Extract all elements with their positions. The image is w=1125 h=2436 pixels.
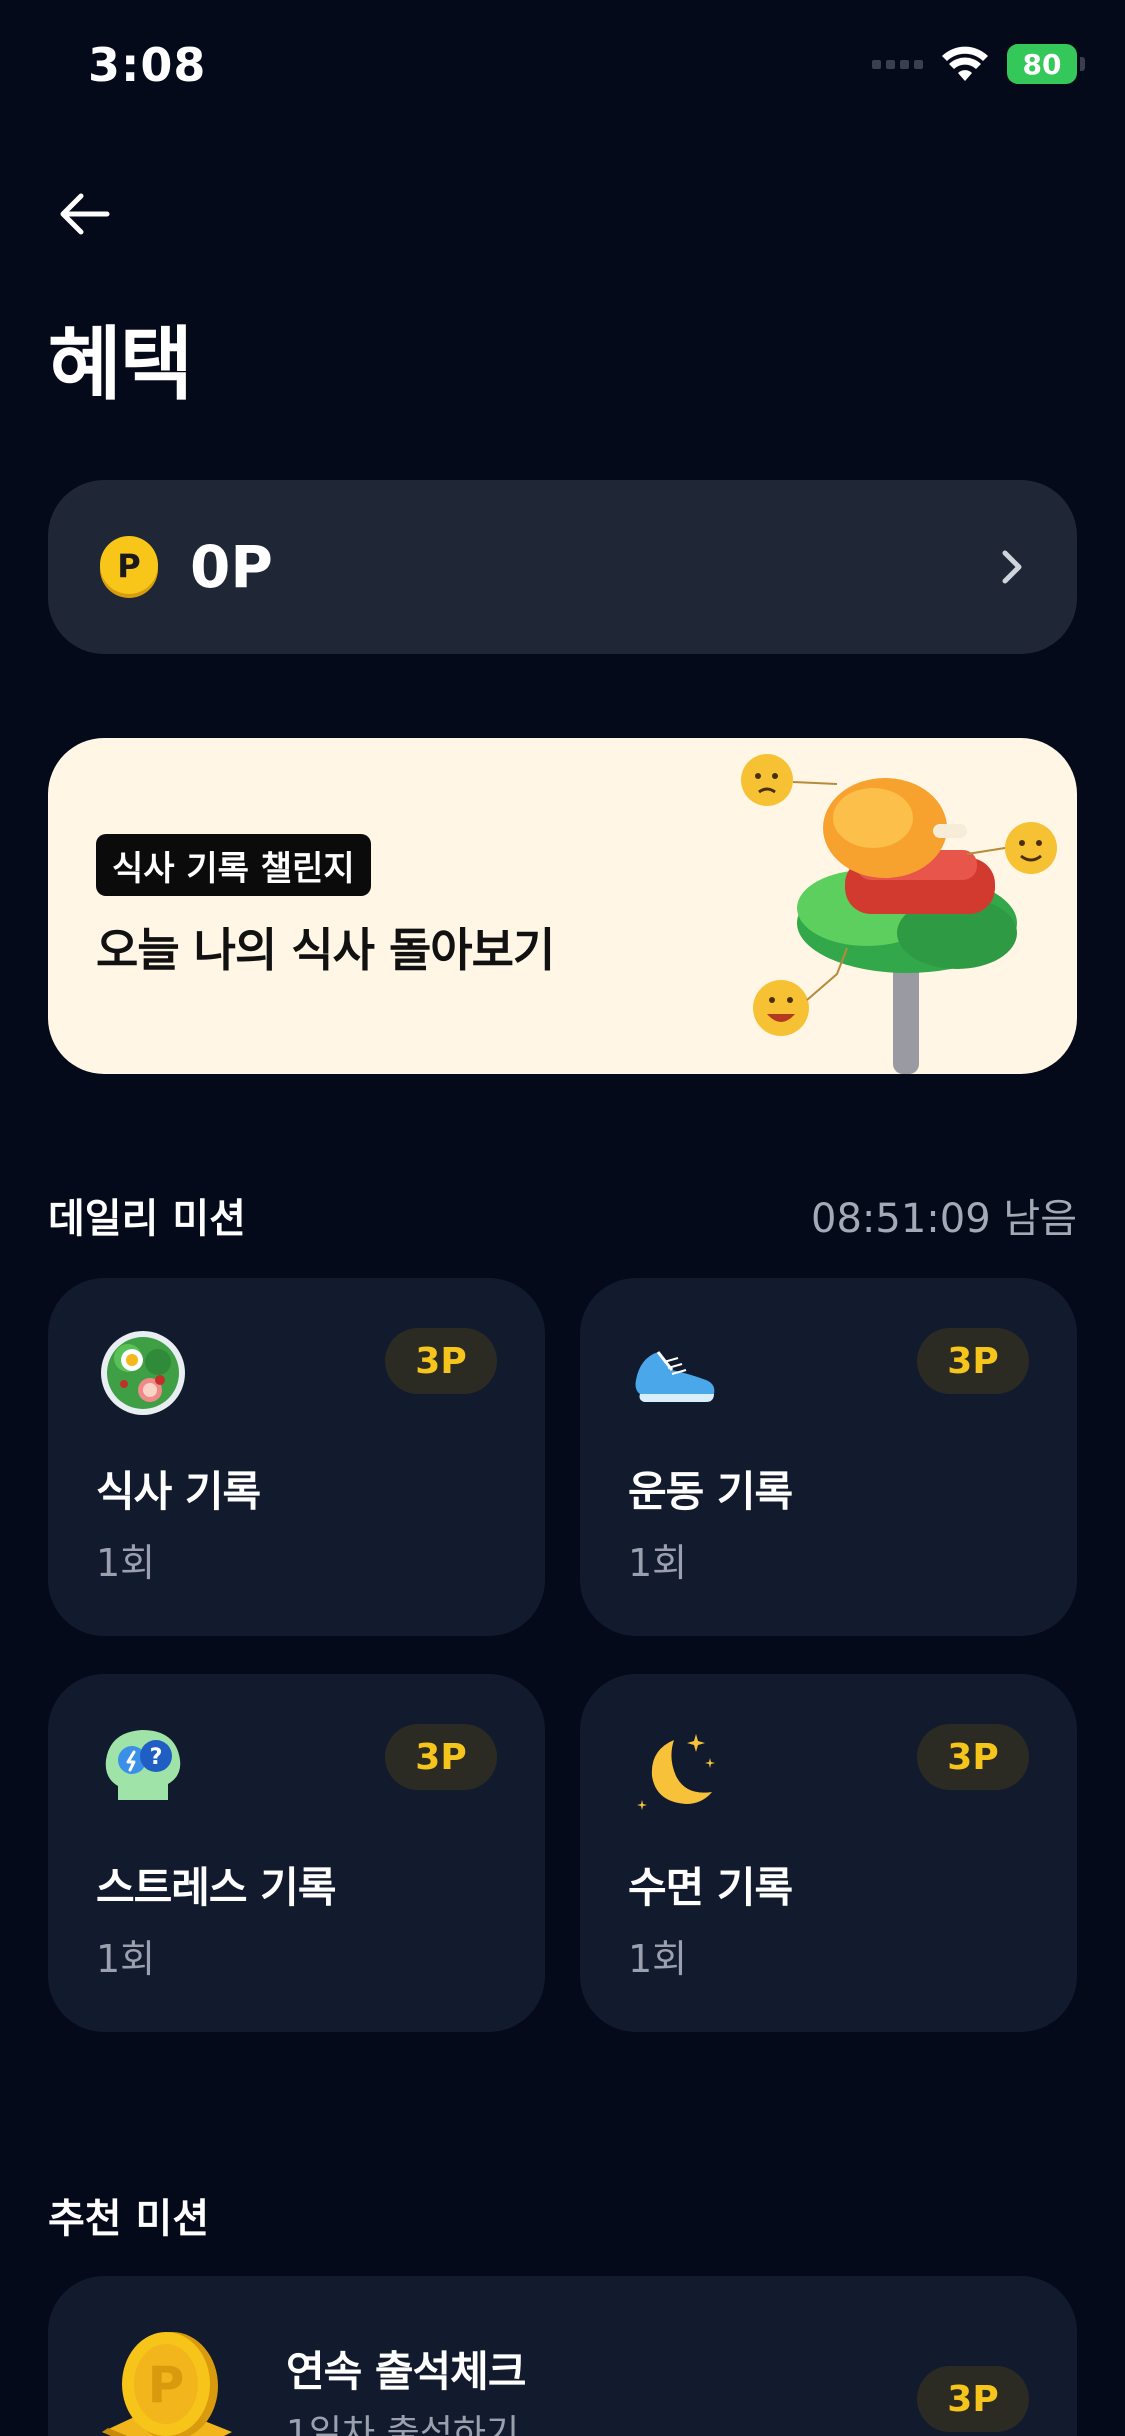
mission-points-badge: 3P (917, 2366, 1029, 2432)
mission-card-stress[interactable]: ? 3P 스트레스 기록 1회 (48, 1674, 545, 2032)
coin-p-icon: P (100, 536, 158, 598)
recommended-mission-title: 추천 미션 (48, 2196, 210, 2242)
food-fork-illustration (741, 754, 1057, 1074)
points-balance-card[interactable]: P 0P (48, 480, 1077, 654)
svg-text:P: P (117, 547, 140, 585)
chevron-right-icon (1002, 550, 1022, 584)
battery-level: 80 (1022, 47, 1062, 81)
mission-points-badge: 3P (385, 1724, 497, 1790)
svg-text:P: P (148, 2356, 185, 2414)
status-time: 3:08 (88, 38, 207, 92)
sneaker-icon (635, 1351, 715, 1402)
daily-mission-timer: 08:51:09 남음 (811, 1196, 1077, 1242)
points-value: 0P (190, 533, 273, 601)
daily-mission-title: 데일리 미션 (48, 1196, 246, 1242)
mission-name: 연속 출석체크 (286, 2347, 526, 2396)
stress-head-icon: ? (105, 1730, 181, 1800)
status-icons: 80 (872, 44, 1085, 84)
mission-name: 스트레스 기록 (96, 1863, 336, 1912)
meal-challenge-banner[interactable]: 식사 기록 챌린지 오늘 나의 식사 돌아보기 (48, 738, 1077, 1074)
mission-card-sleep[interactable]: 3P 수면 기록 1회 (580, 1674, 1077, 2032)
moon-icon (637, 1734, 715, 1810)
mission-points-badge: 3P (917, 1328, 1029, 1394)
arrow-left-icon (60, 193, 110, 235)
cellular-signal-icon (872, 59, 923, 69)
mission-card-exercise[interactable]: 3P 운동 기록 1회 (580, 1278, 1077, 1636)
page-title: 혜택 (48, 318, 193, 411)
mission-name: 수면 기록 (628, 1863, 793, 1912)
mission-card-attendance[interactable]: P 연속 출석체크 1일차 출석하기 3P (48, 2276, 1077, 2436)
mission-subtitle: 1일차 출석하기 (286, 2413, 520, 2436)
banner-title: 오늘 나의 식사 돌아보기 (96, 923, 555, 977)
mission-card-meal[interactable]: 3P 식사 기록 1회 (48, 1278, 545, 1636)
svg-text:?: ? (150, 1745, 163, 1770)
banner-badge: 식사 기록 챌린지 (96, 834, 371, 896)
mission-count: 1회 (96, 1541, 156, 1585)
battery-indicator: 80 (1007, 44, 1085, 84)
back-button[interactable] (52, 188, 116, 240)
mission-count: 1회 (96, 1937, 156, 1981)
benefits-screen: 3:08 80 혜택 P 0P 식사 기록 챌린지 오늘 나의 식사 돌아보기 … (0, 0, 1125, 2436)
mission-name: 식사 기록 (96, 1467, 261, 1516)
salad-icon (101, 1331, 185, 1415)
mission-count: 1회 (628, 1541, 688, 1585)
gold-coin-icon: P (102, 2332, 232, 2436)
mission-count: 1회 (628, 1937, 688, 1981)
mission-points-badge: 3P (385, 1328, 497, 1394)
wifi-icon (942, 46, 988, 81)
mission-name: 운동 기록 (628, 1467, 793, 1516)
mission-points-badge: 3P (917, 1724, 1029, 1790)
